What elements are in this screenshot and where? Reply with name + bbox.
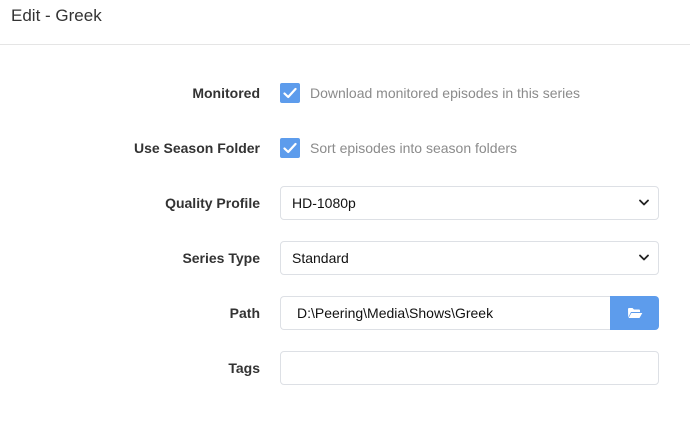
season-folder-label: Use Season Folder (133, 140, 260, 156)
quality-profile-row: Quality Profile HD-1080p (0, 186, 690, 220)
season-folder-checkbox[interactable] (280, 138, 300, 158)
season-folder-help-text: Sort episodes into season folders (310, 140, 518, 156)
series-type-row: Series Type Standard (0, 241, 690, 275)
checkmark-icon (283, 87, 297, 99)
modal-header: Edit - Greek (0, 0, 690, 45)
folder-open-icon (628, 308, 643, 318)
tags-row: Tags (0, 351, 690, 385)
quality-profile-label: Quality Profile (165, 195, 260, 211)
monitored-label: Monitored (192, 85, 260, 101)
quality-profile-value: HD-1080p (292, 195, 356, 211)
browse-folder-button[interactable] (610, 296, 659, 330)
series-type-label: Series Type (182, 250, 260, 266)
series-type-value: Standard (292, 250, 349, 266)
quality-profile-select[interactable]: HD-1080p (280, 186, 659, 220)
path-value: D:\Peering\Media\Shows\Greek (297, 305, 494, 321)
checkmark-icon (283, 142, 297, 154)
path-input[interactable]: D:\Peering\Media\Shows\Greek (280, 296, 611, 330)
tags-label: Tags (228, 360, 260, 376)
path-label: Path (229, 305, 260, 321)
chevron-down-icon (639, 199, 649, 206)
path-row: Path D:\Peering\Media\Shows\Greek (0, 296, 690, 330)
modal-title: Edit - Greek (11, 6, 102, 25)
monitored-help-text: Download monitored episodes in this seri… (310, 85, 581, 101)
tags-input[interactable] (280, 351, 659, 385)
series-type-select[interactable]: Standard (280, 241, 659, 275)
edit-series-modal: Edit - Greek Monitored Download monitore… (0, 0, 690, 421)
monitored-checkbox[interactable] (280, 83, 300, 103)
monitored-row: Monitored Download monitored episodes in… (0, 76, 690, 110)
chevron-down-icon (639, 254, 649, 261)
season-folder-row: Use Season Folder Sort episodes into sea… (0, 131, 690, 165)
